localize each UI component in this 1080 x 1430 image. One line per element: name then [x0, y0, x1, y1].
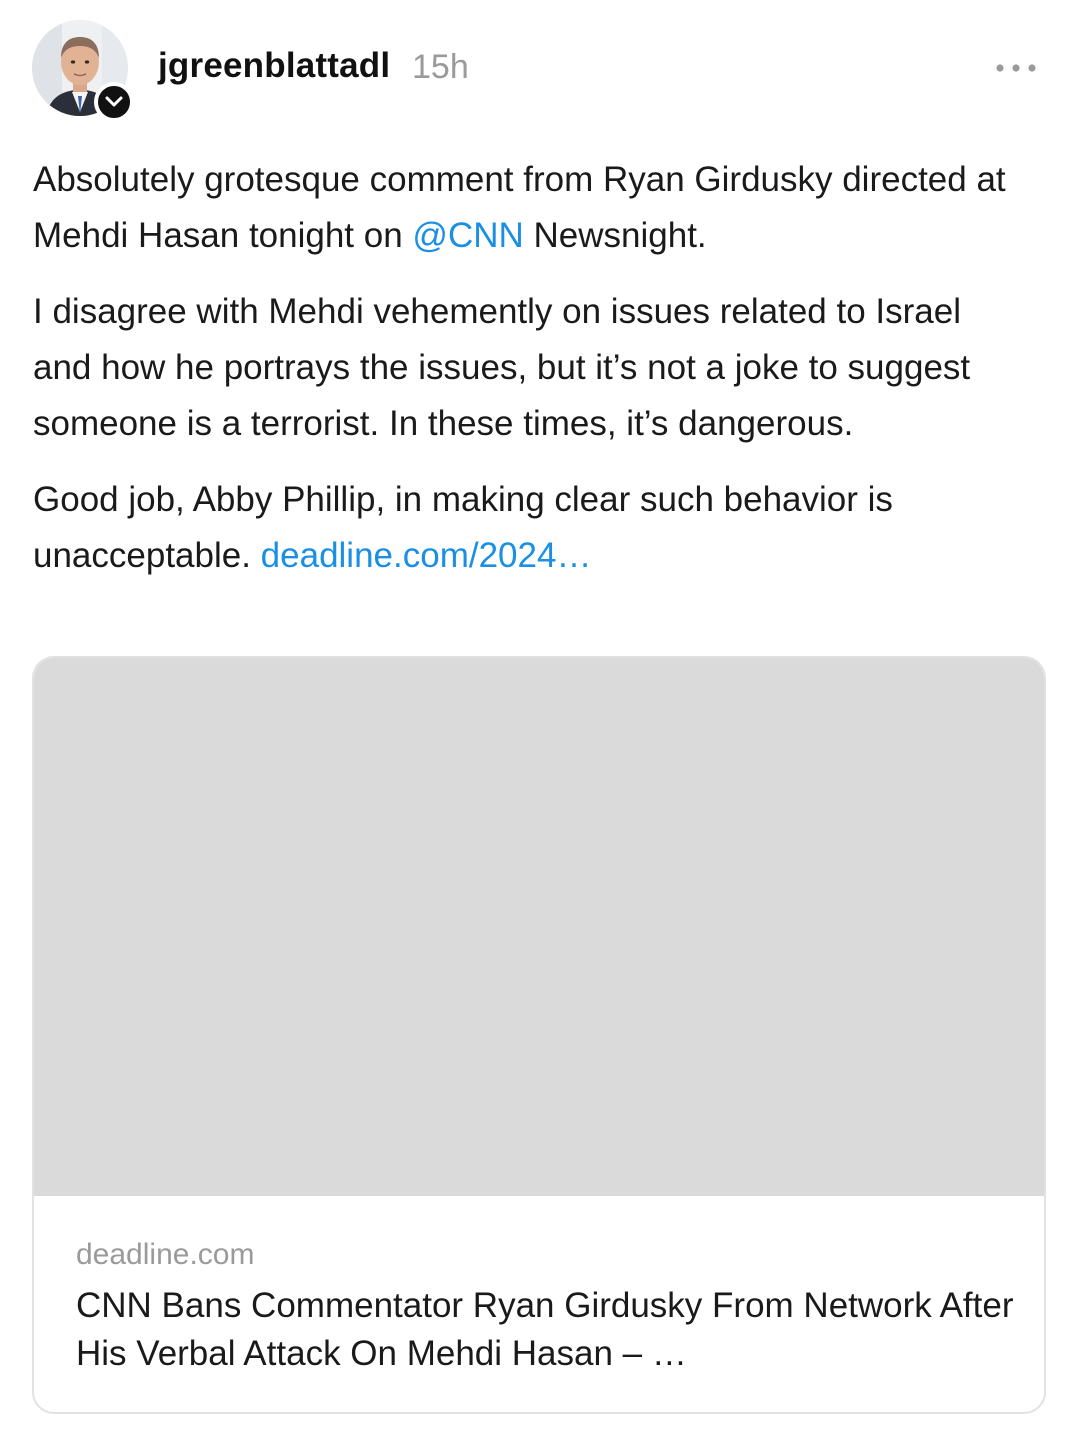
mention-link[interactable]: @CNN — [412, 216, 523, 255]
post-body: Absolutely grotesque comment from Ryan G… — [33, 152, 1023, 604]
post-paragraph-2: I disagree with Mehdi vehemently on issu… — [33, 284, 1023, 452]
link-preview-title: CNN Bans Commentator Ryan Girdusky From … — [76, 1286, 1014, 1373]
link-preview-image — [34, 658, 1044, 1196]
username[interactable]: jgreenblattadl — [158, 46, 390, 86]
chevron-down-icon — [105, 96, 123, 107]
follow-badge[interactable] — [94, 82, 134, 122]
post-text: Newsnight. — [523, 216, 707, 255]
post-header: jgreenblattadl 15h — [32, 20, 1048, 122]
post-paragraph-1: Absolutely grotesque comment from Ryan G… — [33, 152, 1023, 264]
link-preview-card[interactable]: deadline.com CNN Bans Commentator Ryan G… — [32, 656, 1046, 1414]
more-options-button[interactable] — [988, 50, 1044, 86]
more-horizontal-icon — [996, 64, 1036, 72]
avatar-container[interactable] — [32, 20, 134, 122]
post-text: I disagree with Mehdi vehemently on issu… — [33, 292, 971, 443]
post-paragraph-3: Good job, Abby Phillip, in making clear … — [33, 472, 1023, 584]
url-link[interactable]: deadline.com/2024… — [261, 536, 592, 575]
link-preview-domain: deadline.com — [76, 1238, 255, 1271]
timestamp: 15h — [412, 48, 469, 86]
